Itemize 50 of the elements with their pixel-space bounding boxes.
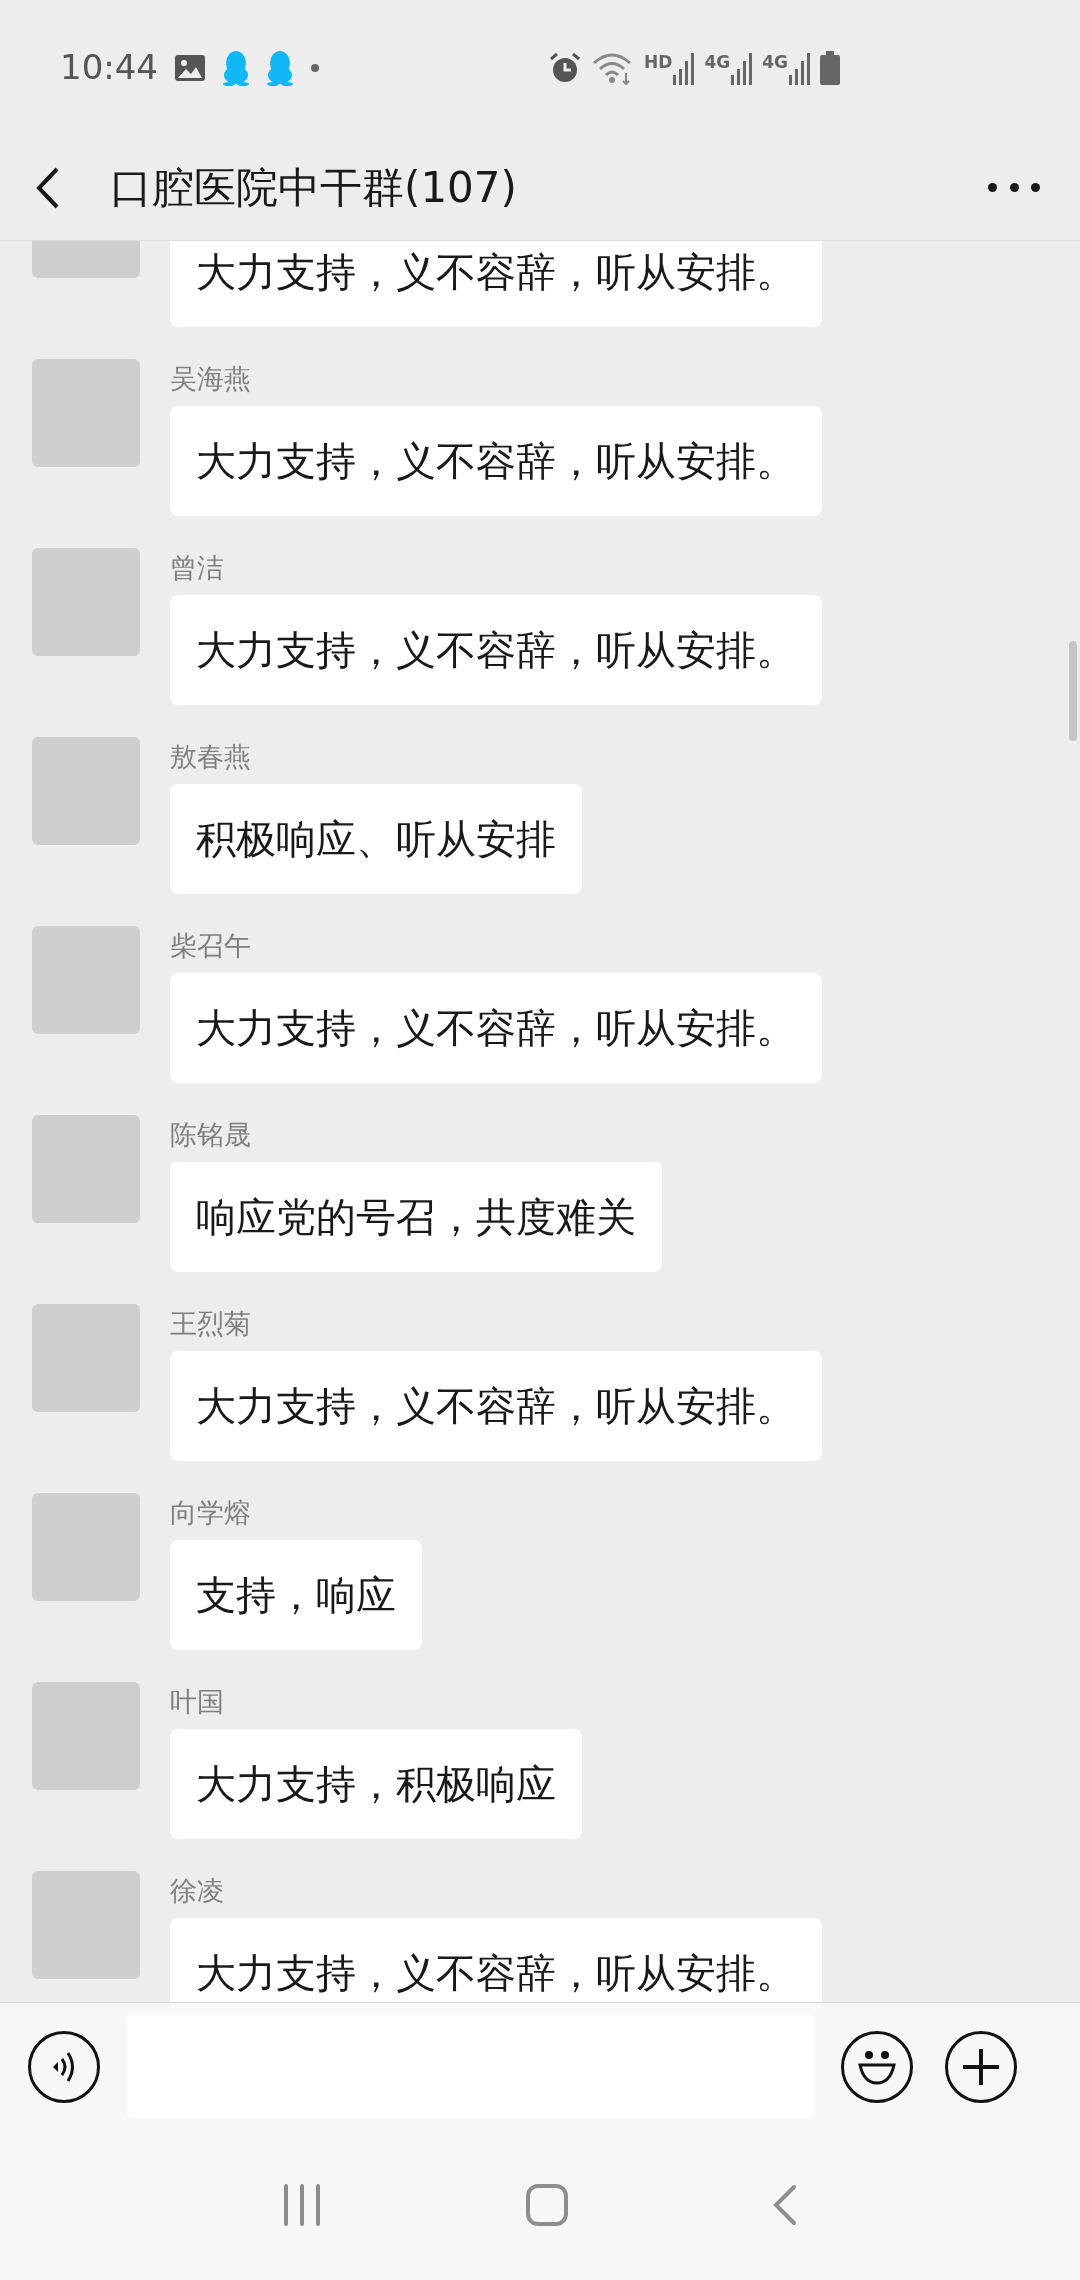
sender-name: 曾洁	[170, 552, 224, 583]
message-bubble[interactable]: 大力支持，义不容辞，听从安排。	[170, 595, 822, 705]
message-bubble[interactable]: 大力支持，义不容辞，听从安排。	[170, 973, 822, 1083]
sender-name: 向学熔	[170, 1497, 251, 1528]
penguin-icon	[266, 49, 294, 86]
signal-icon	[672, 50, 695, 85]
status-time: 10:44	[60, 46, 158, 89]
plus-icon	[961, 2046, 1001, 2087]
scroll-bar[interactable]	[1069, 641, 1077, 741]
sender-name: 敖春燕	[170, 741, 251, 772]
message-bubble[interactable]: 大力支持，义不容辞，听从安排。	[170, 1918, 822, 2002]
message-bubble[interactable]: 积极响应、听从安排	[170, 784, 582, 894]
sender-name: 吴海燕	[170, 363, 251, 394]
message-bubble[interactable]: 支持，响应	[170, 1540, 422, 1650]
chat-title: 口腔医院中干群(107)	[110, 162, 517, 214]
message-bubble[interactable]: 大力支持，义不容辞，听从安排。	[170, 1351, 822, 1461]
back-icon[interactable]	[772, 2184, 798, 2226]
avatar-image[interactable]	[32, 1871, 140, 1979]
sender-name: 陈铭晟	[170, 1119, 251, 1150]
voice-button[interactable]	[28, 2030, 100, 2103]
sender-name: 王烈菊	[170, 1308, 251, 1339]
add-button[interactable]	[945, 2030, 1017, 2103]
penguin-icon	[222, 49, 250, 86]
sender-name: 徐凌	[170, 1875, 224, 1906]
image-icon	[174, 53, 206, 82]
network-type-label: 4G	[762, 53, 788, 71]
avatar-image[interactable]	[32, 548, 140, 656]
emoji-button[interactable]	[841, 2030, 913, 2103]
signal-icon	[788, 50, 810, 85]
battery-icon	[820, 50, 840, 85]
avatar-image[interactable]	[32, 737, 140, 845]
alarm-icon	[548, 50, 583, 85]
avatar-image[interactable]	[32, 1493, 140, 1601]
recent-apps-icon[interactable]	[282, 2184, 322, 2226]
avatar-image[interactable]	[32, 359, 140, 467]
message-bubble[interactable]: 大力支持，义不容辞，听从安排。	[170, 406, 822, 516]
message-bubble[interactable]: 大力支持，义不容辞，听从安排。	[170, 241, 822, 327]
dot-icon	[310, 62, 320, 73]
avatar-image[interactable]	[32, 1115, 140, 1223]
avatar-image[interactable]	[32, 1682, 140, 1790]
network-type-label: 4G	[704, 53, 731, 71]
network-type-label: HD	[644, 53, 673, 71]
sender-name: 叶国	[170, 1686, 224, 1717]
avatar-image[interactable]	[32, 926, 140, 1034]
message-bubble[interactable]: 大力支持，积极响应	[170, 1729, 582, 1839]
home-icon[interactable]	[526, 2184, 568, 2226]
avatar-image[interactable]	[32, 1304, 140, 1412]
signal-icon	[730, 50, 753, 85]
message-bubble[interactable]: 响应党的号召，共度难关	[170, 1162, 662, 1272]
sender-name: 柴召午	[170, 930, 251, 961]
